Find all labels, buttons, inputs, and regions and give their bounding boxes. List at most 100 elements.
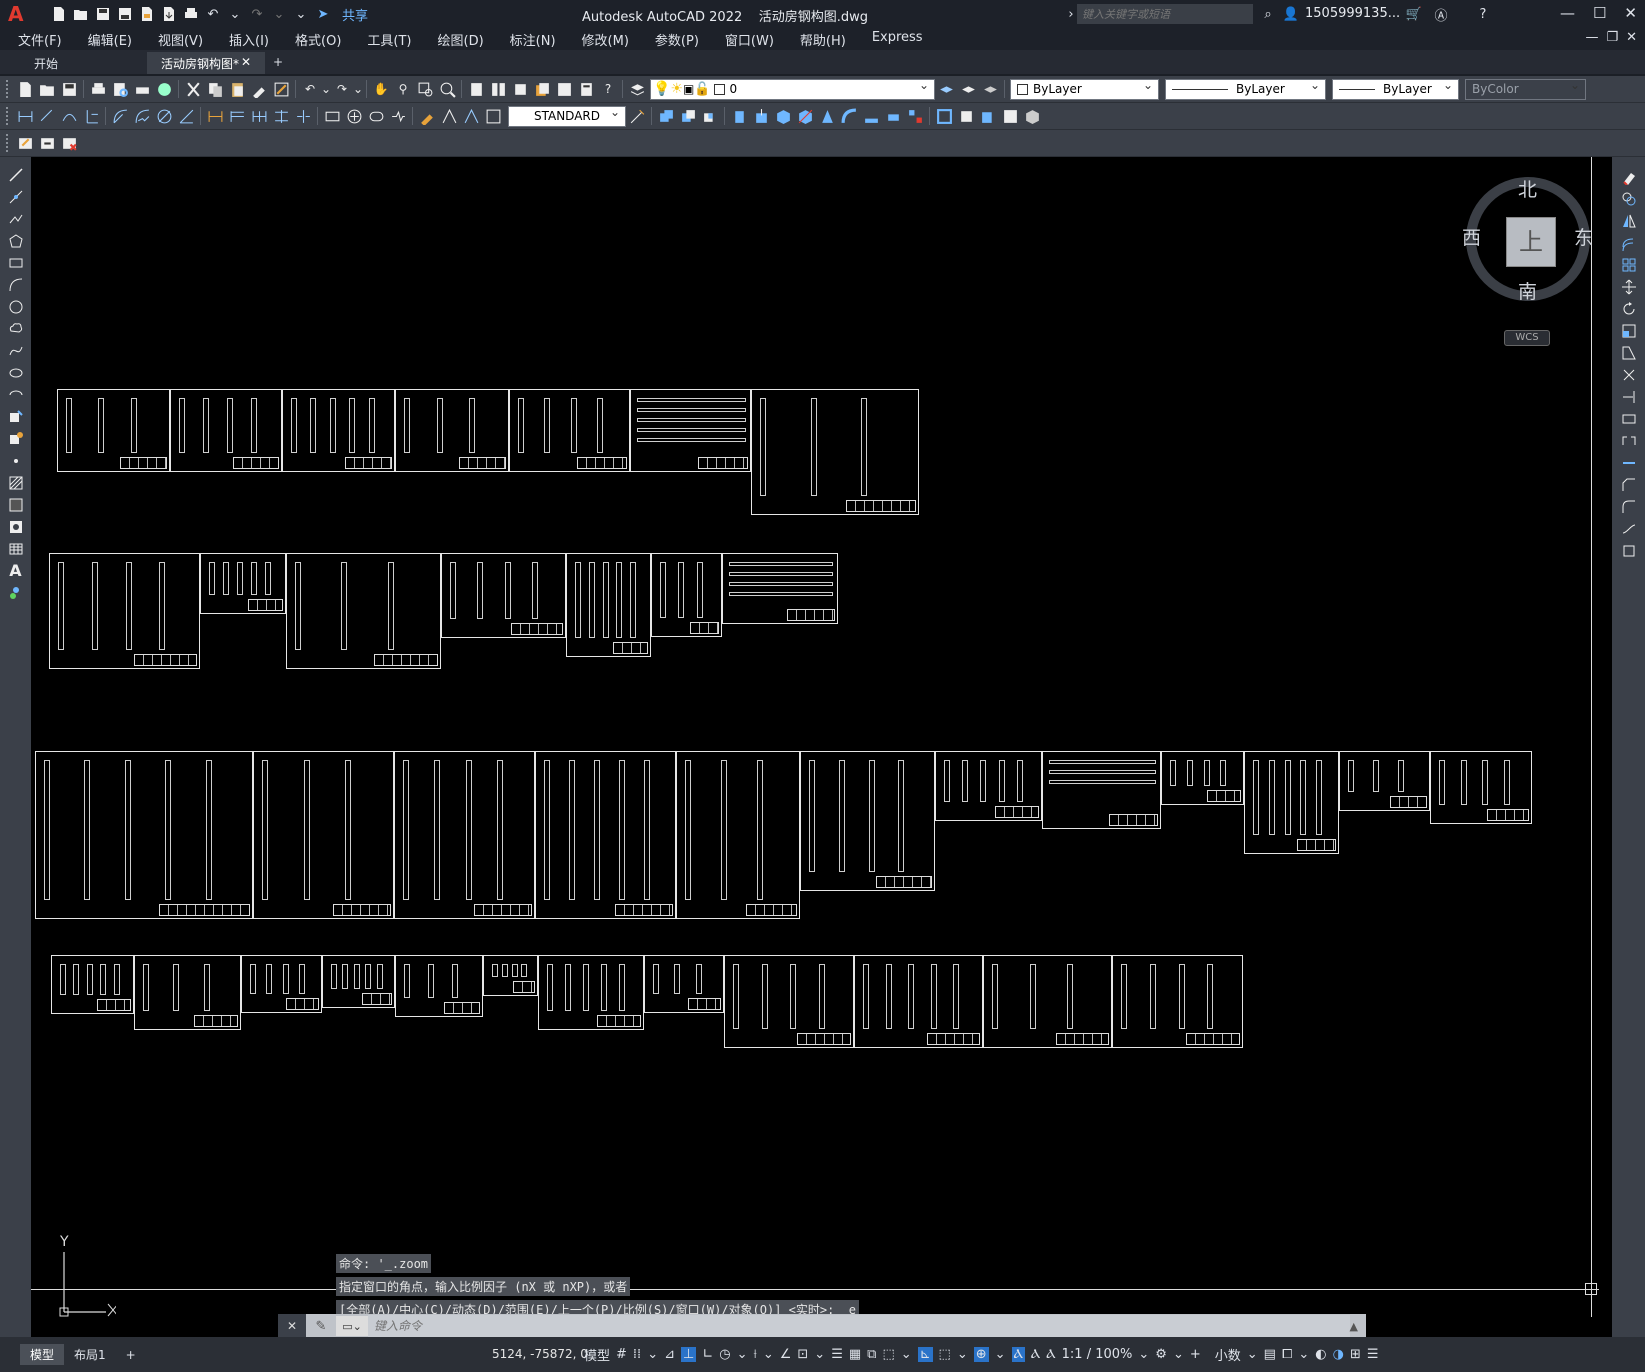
layer-on-icon[interactable]: 💡 <box>653 81 670 97</box>
thicken-icon[interactable] <box>882 105 904 127</box>
drawing-sheet[interactable] <box>322 955 395 1008</box>
aligned-dim-icon[interactable] <box>36 105 58 127</box>
fillet-icon[interactable] <box>1618 496 1640 517</box>
make-current-layer-icon[interactable] <box>935 78 957 100</box>
wcs-menu[interactable]: WCS <box>1504 330 1550 346</box>
workspace-gear-icon[interactable]: ⚙ <box>1155 1347 1167 1362</box>
units-dropdown-icon[interactable]: ⌄ <box>1247 1347 1258 1362</box>
make-block-icon[interactable] <box>5 428 27 449</box>
graphics-performance-icon[interactable]: ◑ <box>1333 1347 1344 1362</box>
snap-icon[interactable]: ⁞⁞ <box>633 1347 641 1362</box>
sheet-set-icon[interactable] <box>531 78 553 100</box>
search-icon[interactable]: ⌕ <box>1259 5 1277 23</box>
auto-scale-icon[interactable]: Ⲁ <box>1031 1347 1040 1362</box>
tab-layout1[interactable]: 布局1 <box>64 1344 116 1365</box>
new-file-icon[interactable] <box>50 5 68 23</box>
markup-icon[interactable] <box>553 78 575 100</box>
cut-icon[interactable] <box>182 78 204 100</box>
autodesk-app-icon[interactable]: Ⓐ <box>1432 5 1450 24</box>
quick-dim-icon[interactable] <box>204 105 226 127</box>
user-name[interactable]: 1505999135... <box>1305 6 1400 21</box>
subtract-icon[interactable] <box>677 105 699 127</box>
ortho-icon[interactable]: ∟ <box>702 1347 713 1362</box>
inspection-icon[interactable] <box>365 105 387 127</box>
lock-dropdown-icon[interactable]: ⌄ <box>1298 1347 1309 1362</box>
plot-preview-icon[interactable] <box>109 78 131 100</box>
drawing-sheet[interactable] <box>1339 751 1430 811</box>
save-web-icon[interactable] <box>160 5 178 23</box>
drawing-sheet[interactable] <box>983 955 1112 1048</box>
lock-ui-icon[interactable]: ⧠ <box>1282 1347 1292 1362</box>
search-input[interactable] <box>1077 4 1253 24</box>
drawing-sheet[interactable] <box>1112 955 1243 1048</box>
dim-style-icon[interactable] <box>482 105 504 127</box>
menu-help[interactable]: 帮助(H) <box>800 30 846 49</box>
menu-edit[interactable]: 编辑(E) <box>88 30 132 49</box>
redo-toolbar-dropdown-icon[interactable]: ⌄ <box>353 78 363 100</box>
menu-format[interactable]: 格式(O) <box>295 30 341 49</box>
baseline-dim-icon[interactable] <box>226 105 248 127</box>
workspace-dropdown-icon[interactable]: ⌄ <box>1173 1347 1184 1362</box>
viewcube-west[interactable]: 西 <box>1462 223 1481 250</box>
pan-icon[interactable]: ✋ <box>370 78 392 100</box>
tab-active-drawing[interactable]: 活动房钢构图* ✕ <box>147 52 265 74</box>
multiline-text-icon[interactable]: A <box>5 560 27 581</box>
break-at-point-icon[interactable] <box>1618 408 1640 429</box>
center-mark-icon[interactable] <box>343 105 365 127</box>
save-toolbar-icon[interactable] <box>58 78 80 100</box>
dynamic-ucs-icon[interactable]: ⊾ <box>917 1347 933 1362</box>
maximize-icon[interactable]: ☐ <box>1593 4 1606 22</box>
drawing-sheet[interactable] <box>286 553 441 669</box>
layer-dropdown[interactable]: 💡 ☀ ▣ 🔓 0 <box>650 78 935 100</box>
doc-restore-icon[interactable]: ❐ <box>1606 30 1618 45</box>
undo-dropdown-icon[interactable]: ⌄ <box>226 5 244 23</box>
redo-icon[interactable]: ↷ <box>248 5 266 23</box>
drawing-sheet[interactable] <box>241 955 322 1013</box>
drawing-sheet[interactable] <box>538 955 644 1030</box>
undo-icon[interactable]: ↶ <box>204 5 222 23</box>
drawing-sheet[interactable] <box>651 553 722 637</box>
continue-dim-icon[interactable] <box>248 105 270 127</box>
mirror-icon[interactable] <box>1618 210 1640 231</box>
menu-modify[interactable]: 修改(M) <box>582 30 629 49</box>
diameter-dim-icon[interactable] <box>153 105 175 127</box>
open-file-icon[interactable] <box>72 5 90 23</box>
menu-tools[interactable]: 工具(T) <box>367 30 411 49</box>
box-icon[interactable] <box>772 105 794 127</box>
help-icon[interactable]: ? <box>1474 5 1492 23</box>
dim-style-manager-icon[interactable] <box>626 105 648 127</box>
gizmo-dropdown-icon[interactable]: ⌄ <box>995 1347 1006 1362</box>
drawing-sheet[interactable] <box>722 553 838 624</box>
toolbar-grip[interactable] <box>6 80 10 98</box>
match-properties-icon[interactable] <box>248 78 270 100</box>
jogged-dim-icon[interactable] <box>131 105 153 127</box>
drawing-sheet[interactable] <box>1430 751 1532 824</box>
rectangle-icon[interactable] <box>5 252 27 273</box>
stretch-icon[interactable] <box>1618 342 1640 363</box>
selection-filter-icon[interactable]: ⬚ <box>939 1347 951 1362</box>
help-toolbar-icon[interactable]: ? <box>597 78 619 100</box>
ellipse-icon[interactable] <box>5 362 27 383</box>
linetype-dropdown[interactable]: ByLayer <box>1165 78 1326 100</box>
drawing-sheet[interactable] <box>1042 751 1161 829</box>
open-web-icon[interactable] <box>138 5 156 23</box>
drawing-sheet[interactable] <box>483 955 538 996</box>
blend-curves-icon[interactable] <box>1618 518 1640 539</box>
explode-icon[interactable] <box>1618 540 1640 561</box>
design-center-icon[interactable] <box>487 78 509 100</box>
osnap-dropdown-icon[interactable]: ⌄ <box>814 1347 825 1362</box>
tolerance-icon[interactable] <box>321 105 343 127</box>
tab-model[interactable]: 模型 <box>20 1344 65 1365</box>
radius-dim-icon[interactable] <box>109 105 131 127</box>
rotate-icon[interactable] <box>1618 298 1640 319</box>
doc-close-icon[interactable]: ✕ <box>1626 30 1637 45</box>
undo-toolbar-icon[interactable]: ↶ <box>299 78 321 100</box>
hatch-icon[interactable] <box>5 472 27 493</box>
block-editor-icon[interactable] <box>270 78 292 100</box>
menu-window[interactable]: 窗口(W) <box>725 30 774 49</box>
recent-commands-icon[interactable]: ▭⌄ <box>336 1316 368 1336</box>
command-line-close-icon[interactable]: ✕ <box>287 1319 297 1333</box>
extend-icon[interactable] <box>1618 386 1640 407</box>
table-icon[interactable] <box>5 538 27 559</box>
drawing-sheet[interactable] <box>57 389 170 472</box>
